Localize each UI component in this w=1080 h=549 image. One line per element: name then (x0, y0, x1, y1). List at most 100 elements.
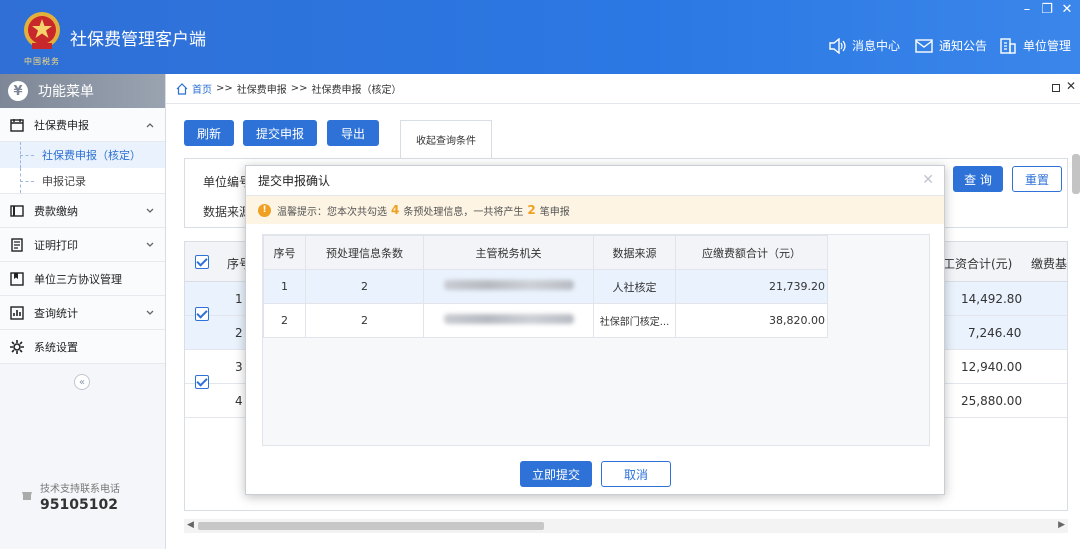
table-row[interactable]: 2 2 社保部门核定... 38,820.00 (263, 303, 828, 338)
tip-result: 2 (527, 203, 536, 217)
row-data-source: 社保部门核定... (593, 303, 676, 338)
vertical-scrollbar[interactable] (1072, 154, 1080, 194)
sidebar-item-social-insurance-declare[interactable]: 社保费申报 (0, 108, 165, 142)
dialog-close-icon[interactable]: ✕ (922, 172, 934, 188)
row-data-source: 人社核定 (593, 269, 676, 304)
agreement-icon (10, 271, 24, 286)
tip-bar: ! 温馨提示：您本次共勾选 4 条预处理信息，一共将产生 2 笔申报 (246, 196, 944, 224)
sidebar-subitem-declare-records[interactable]: 申报记录 (0, 168, 165, 194)
support-phone: 95105102 (40, 497, 118, 513)
support-label: 技术支持联系电话 (40, 484, 120, 495)
support-info: 技术支持联系电话 95105102 (40, 480, 120, 513)
speaker-icon (829, 37, 846, 54)
row-wage: 12,940.00 (961, 360, 1023, 374)
column-amount: 应缴费额合计（元） (675, 235, 828, 270)
column-wage-total: 工资合计(元) (943, 257, 1013, 271)
maximize-panel-icon[interactable] (1052, 84, 1060, 92)
gear-icon (10, 339, 24, 354)
tax-emblem-icon (24, 12, 60, 49)
row-tax-authority (423, 269, 594, 304)
scrollbar-thumb[interactable] (198, 522, 544, 530)
sidebar-item-label: 证明打印 (34, 238, 78, 252)
chart-icon (10, 305, 24, 320)
close-icon[interactable]: ✕ (1058, 2, 1076, 17)
building-icon (1000, 37, 1016, 54)
column-seq: 序号 (263, 235, 306, 270)
calendar-icon (10, 118, 24, 132)
dialog-table-area: 序号 预处理信息条数 主管税务机关 数据来源 应缴费额合计（元） 1 2 人社核… (262, 234, 930, 446)
table-row[interactable]: 1 2 人社核定 21,739.20 (263, 269, 828, 304)
breadcrumb-level1: 社保费申报 (236, 85, 287, 96)
sidebar-item-label: 社保费申报 (34, 118, 89, 132)
sidebar-collapse-button[interactable]: « (74, 374, 90, 390)
unit-management-label: 单位管理 (1023, 39, 1072, 53)
menu-header: ¥ 功能菜单 (0, 74, 165, 108)
row-amount: 38,820.00 (675, 303, 828, 338)
row-wage: 25,880.00 (961, 394, 1023, 408)
column-tax-authority: 主管税务机关 (423, 235, 594, 270)
row-seq: 3 (235, 360, 243, 374)
message-center-label: 消息中心 (852, 39, 901, 53)
row-seq: 2 (235, 326, 243, 340)
row-seq: 2 (263, 303, 306, 338)
column-data-source: 数据来源 (593, 235, 676, 270)
unit-management-link[interactable]: 单位管理 (999, 37, 1071, 54)
redacted-text (443, 280, 574, 290)
row-amount: 21,739.20 (675, 269, 828, 304)
sidebar-item-label: 费款缴纳 (34, 204, 78, 218)
sidebar-subitem-label: 申报记录 (42, 174, 86, 188)
breadcrumb-home[interactable]: 首页 (176, 81, 212, 96)
scroll-left-icon[interactable]: ◀ (187, 520, 194, 530)
row-group-checkbox[interactable] (195, 375, 209, 389)
submit-now-button[interactable]: 立即提交 (520, 461, 592, 487)
select-all-checkbox[interactable] (195, 255, 209, 269)
logo-caption: 中国税务 (24, 57, 60, 66)
cancel-button[interactable]: 取消 (601, 461, 671, 487)
sidebar-item-tripartite-agreement[interactable]: 单位三方协议管理 (0, 262, 165, 296)
tip-count: 4 (391, 203, 400, 217)
export-button[interactable]: 导出 (327, 120, 379, 146)
sidebar-item-system-settings[interactable]: 系统设置 (0, 330, 165, 364)
refresh-button[interactable]: 刷新 (184, 120, 234, 146)
tip-prefix: 温馨提示：您本次共勾选 (277, 206, 387, 218)
data-source-label: 数据来源 (203, 205, 252, 219)
app-title: 社保费管理客户端 (70, 30, 206, 50)
home-icon (176, 82, 188, 95)
message-center-link[interactable]: 消息中心 (828, 37, 900, 54)
reset-button[interactable]: 重置 (1012, 166, 1062, 192)
sidebar-subitem-declare-assessed[interactable]: 社保费申报（核定） (0, 142, 165, 168)
telephone-icon (22, 492, 32, 500)
notice-label: 通知公告 (939, 39, 988, 53)
app-header: 中国税务 社保费管理客户端 – ❐ ✕ 消息中心 通知公告 单位管理 (0, 0, 1080, 74)
table-header-row: 序号 预处理信息条数 主管税务机关 数据来源 应缴费额合计（元） (263, 235, 828, 270)
chevron-down-icon (146, 208, 154, 213)
submit-confirm-dialog: 提交申报确认 ✕ ! 温馨提示：您本次共勾选 4 条预处理信息，一共将产生 2 … (245, 165, 945, 495)
horizontal-scrollbar[interactable]: ◀ ▶ (184, 519, 1068, 533)
unit-code-label: 单位编号 (203, 175, 252, 189)
row-wage: 14,492.80 (961, 292, 1023, 306)
scroll-right-icon[interactable]: ▶ (1058, 520, 1065, 530)
row-count: 2 (305, 269, 424, 304)
sidebar-subitem-label: 社保费申报（核定） (42, 149, 141, 162)
sidebar-item-fee-payment[interactable]: 费款缴纳 (0, 194, 165, 228)
sidebar-item-label: 系统设置 (34, 340, 78, 354)
chevron-down-icon (146, 310, 154, 315)
wallet-icon (10, 204, 24, 217)
row-seq: 4 (235, 394, 243, 408)
sidebar-item-query-statistics[interactable]: 查询统计 (0, 296, 165, 330)
row-tax-authority (423, 303, 594, 338)
breadcrumb-separator: >> (216, 83, 233, 94)
minimize-icon[interactable]: – (1018, 2, 1036, 17)
mail-icon (915, 38, 933, 53)
close-panel-icon[interactable]: ✕ (1066, 79, 1076, 93)
submit-declaration-button[interactable]: 提交申报 (243, 120, 317, 146)
menu-title: 功能菜单 (38, 84, 94, 100)
row-group-checkbox[interactable] (195, 307, 209, 321)
query-button[interactable]: 查 询 (953, 166, 1003, 192)
collapse-query-tab[interactable]: 收起查询条件 (400, 120, 492, 158)
restore-icon[interactable]: ❐ (1038, 2, 1056, 17)
redacted-text (443, 314, 574, 324)
yen-icon: ¥ (8, 81, 28, 101)
sidebar-item-certificate-print[interactable]: 证明打印 (0, 228, 165, 262)
notice-link[interactable]: 通知公告 (915, 37, 987, 54)
